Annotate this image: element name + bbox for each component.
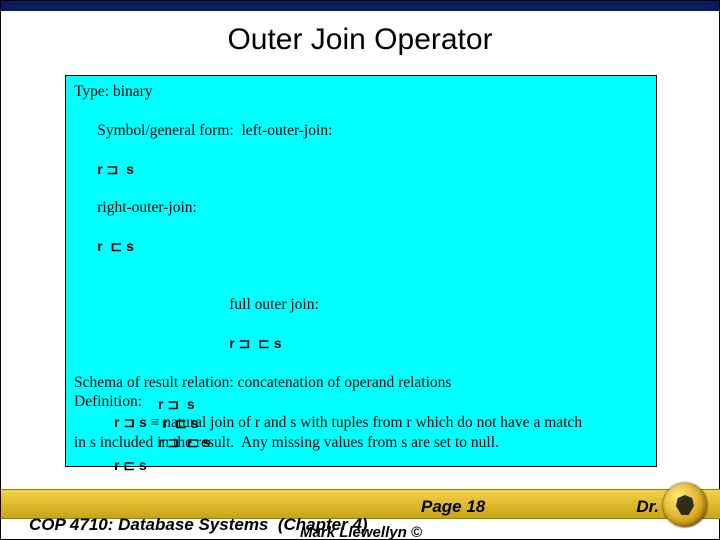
bottom-right-join: r ⊏ s <box>158 414 210 433</box>
footer-instructor: Dr. <box>636 497 659 517</box>
ucf-logo <box>663 483 707 527</box>
schema-line: Schema of result relation: concatenation… <box>74 373 648 392</box>
symbol-standalone-a: r ⊏ s <box>114 456 648 475</box>
full-join-line: full outer join: r ⊐ ⊏ s <box>206 276 648 373</box>
right-outer-join-symbol: r ⊏ s <box>97 238 134 254</box>
full-outer-join-symbol: r ⊐ ⊏ s <box>229 335 281 351</box>
bottom-symbol-group: r ⊐ s r ⊏ s r ⊐ ⊏ s <box>158 395 210 452</box>
full-join-label: full outer join: <box>229 296 319 313</box>
top-accent-bar <box>1 1 719 11</box>
content-box: Type: binary Symbol/general form: left-o… <box>65 75 657 467</box>
symbol-right-label: right-outer-join: <box>97 199 197 216</box>
symbol-left-label: Symbol/general form: left-outer-join: <box>97 122 332 139</box>
footer-page: Page 18 <box>421 497 485 517</box>
right-outer-join-symbol-2: r ⊏ s <box>114 457 147 473</box>
logo-emblem <box>676 495 694 515</box>
definition-text-1: ≡ natural join of r and s with tuples fr… <box>151 414 582 431</box>
symbol-line: Symbol/general form: left-outer-join: r … <box>74 101 648 275</box>
definition-symbol: r ⊐ s <box>114 414 147 430</box>
slide-title: Outer Join Operator <box>1 11 719 63</box>
bottom-left-join: r ⊐ s <box>158 395 210 414</box>
footer-copyright: Mark Llewellyn © <box>300 524 422 540</box>
footer: COP 4710: Database Systems (Chapter 4) P… <box>1 485 720 539</box>
bottom-full-join: r ⊐ ⊏ s <box>158 433 210 452</box>
type-line: Type: binary <box>74 82 648 101</box>
left-outer-join-symbol: r ⊐ s <box>97 161 134 177</box>
